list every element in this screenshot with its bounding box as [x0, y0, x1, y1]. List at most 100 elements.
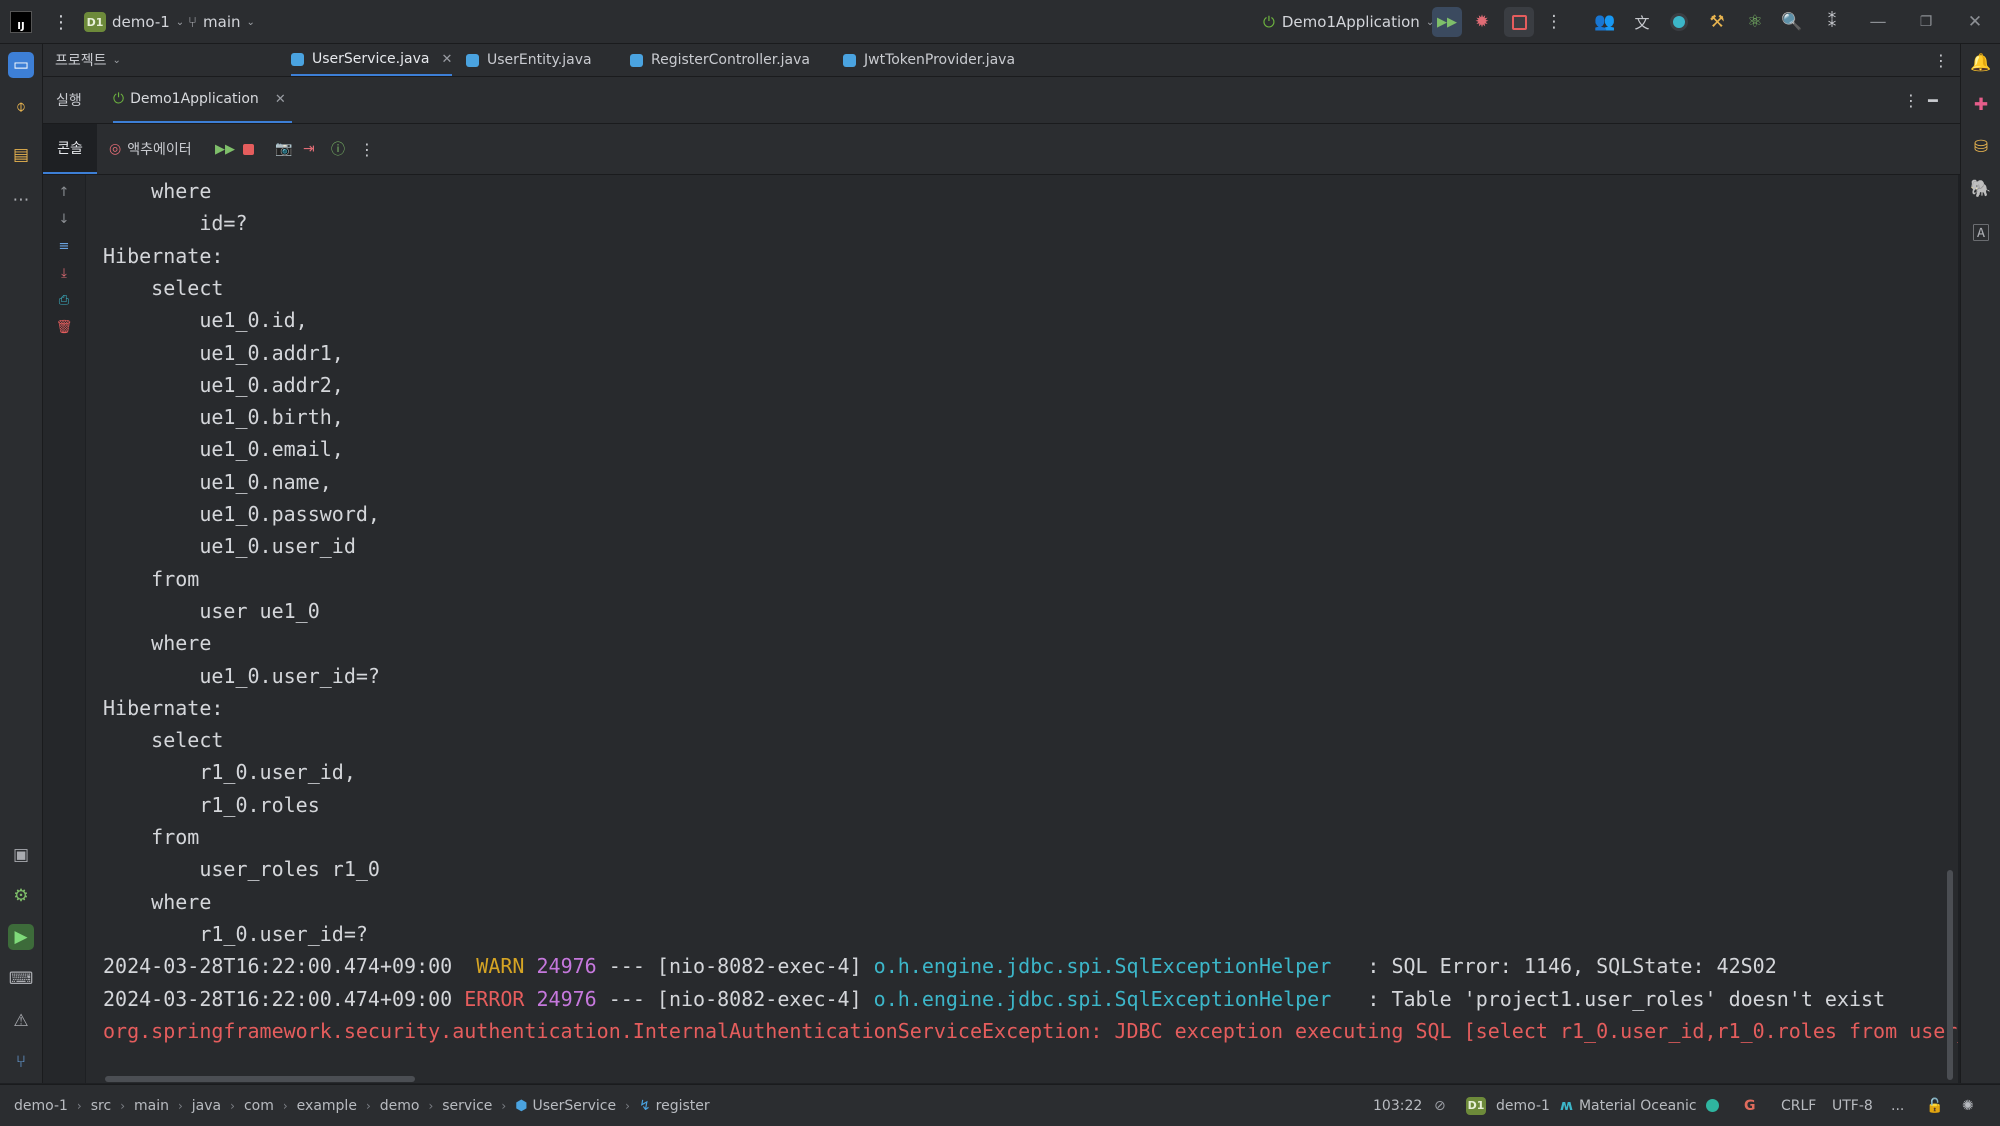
commit-icon[interactable]: ⌽ [8, 94, 34, 120]
more-actions-icon[interactable]: ⋮ [1542, 10, 1566, 34]
print-icon[interactable]: ⎙ [55, 291, 73, 309]
console-text: ue1_0.addr2, [103, 372, 344, 397]
app-logo[interactable]: IJ [10, 0, 32, 44]
close-tab-icon[interactable]: ✕ [441, 52, 452, 67]
tab-demo1application[interactable]: ⏻ Demo1Application ✕ [113, 77, 292, 123]
tab-actuator[interactable]: ◎ 액추에이터 [109, 124, 192, 174]
lock-icon[interactable]: 🔓 [1926, 1085, 1943, 1126]
breadcrumb-item[interactable]: src [91, 1098, 111, 1114]
console-text: Hibernate: [103, 243, 236, 268]
tab-registercontroller[interactable]: RegisterController.java [630, 44, 810, 76]
scroll-down-icon[interactable]: ↓ [55, 210, 73, 228]
run-tool-icon[interactable]: ▶ [8, 924, 34, 950]
database-icon[interactable]: ▣ [8, 842, 34, 868]
run-config-selector[interactable]: ⏻ Demo1Application ⌄ [1263, 0, 1434, 44]
soft-wrap-icon[interactable]: ≡ [55, 237, 73, 255]
console-line: ue1_0.email, [103, 433, 344, 465]
horizontal-scrollbar[interactable] [105, 1076, 415, 1082]
code-with-me-icon[interactable]: 👥 [1593, 10, 1617, 34]
cursor-position[interactable]: 103:22 [1373, 1085, 1422, 1126]
more-tools-icon[interactable]: ⋯ [8, 187, 34, 213]
breadcrumb-item[interactable]: UserService [532, 1098, 616, 1114]
close-icon[interactable]: ✕ [1963, 10, 1987, 34]
status-dot-icon[interactable] [1706, 1085, 1719, 1126]
more-status[interactable]: ... [1891, 1085, 1904, 1126]
rerun-icon[interactable]: ▶▶ [215, 124, 235, 174]
clear-console-icon[interactable]: 🗑 [55, 318, 73, 336]
console-output[interactable]: where id=? Hibernate: select ue1_0.id, ue… [86, 175, 1958, 1083]
minimize-icon[interactable]: — [1866, 10, 1890, 34]
log-pid: 24976 [536, 986, 597, 1011]
log-logger-link[interactable]: o.h.engine.jdbc.spi.SqlExceptionHelper [874, 987, 1332, 1011]
java-class-icon [630, 53, 643, 67]
main-menu-icon[interactable]: ⋮ [52, 0, 70, 44]
git-icon[interactable]: ⑂ [8, 1049, 34, 1075]
screenshot-icon[interactable]: 📷 [275, 124, 292, 174]
debug-icon[interactable]: ✹ [1470, 10, 1494, 34]
branch-selector[interactable]: ⑂ main ⌄ [188, 0, 255, 44]
project-tool-icon[interactable]: ▭ [8, 52, 34, 78]
breadcrumb-item[interactable]: demo-1 [14, 1098, 68, 1114]
tab-console[interactable]: 콘솔 [43, 124, 97, 174]
tab-jwttokenprovider[interactable]: JwtTokenProvider.java [843, 44, 1015, 76]
scroll-to-end-icon[interactable]: ⤓ [55, 264, 73, 282]
breadcrumb-item[interactable]: demo [380, 1098, 420, 1114]
problems-icon[interactable]: ⚠ [8, 1008, 34, 1034]
log-logger-link[interactable]: o.h.engine.jdbc.spi.SqlExceptionHelper [874, 954, 1332, 978]
console-line: ue1_0.addr1, [103, 337, 344, 369]
log-timestamp: 2024-03-28T16:22:00.474+09:00 [103, 986, 465, 1011]
breadcrumb-item[interactable]: java [192, 1098, 221, 1114]
stop-button[interactable] [243, 124, 254, 174]
breadcrumb-item[interactable]: register [656, 1098, 710, 1114]
close-tab-icon[interactable]: ✕ [275, 92, 286, 107]
module-indicator[interactable]: D1 demo-1 [1466, 1085, 1550, 1126]
breadcrumb-item[interactable]: service [442, 1098, 492, 1114]
build-tools-icon[interactable]: ⚒ [1705, 10, 1729, 34]
info-icon[interactable]: ⓘ [331, 124, 345, 174]
terminal-icon[interactable]: ⌨ [8, 966, 34, 992]
project-dropdown[interactable]: 프로젝트 ⌄ [55, 44, 121, 76]
run-tab-label: Demo1Application [130, 91, 259, 107]
breadcrumb-item[interactable]: example [297, 1098, 357, 1114]
file-encoding[interactable]: UTF-8 [1832, 1085, 1873, 1126]
record-icon[interactable] [1667, 10, 1691, 34]
project-selector[interactable]: D1 demo-1 ⌄ [84, 0, 184, 44]
gradle-icon[interactable]: 🐘 [1968, 176, 1994, 202]
database-tool-icon[interactable]: ⛁ [1968, 134, 1994, 160]
hide-panel-icon[interactable]: ━ [1928, 77, 1938, 123]
plugin-icon[interactable]: ⚛ [1743, 10, 1767, 34]
vertical-scrollbar[interactable] [1947, 870, 1953, 1080]
theme-icon: ʍ [1560, 1097, 1573, 1114]
ai-assistant-icon[interactable]: ✚ [1968, 92, 1994, 118]
structure-icon[interactable]: ▤ [8, 142, 34, 168]
line-separator[interactable]: CRLF [1781, 1085, 1816, 1126]
tabs-more-icon[interactable]: ⋮ [1933, 44, 1949, 76]
settings-updates-icon[interactable]: ⁑ [1820, 10, 1844, 34]
font-tool-icon[interactable]: 🄰 [1968, 218, 1994, 244]
scroll-up-icon[interactable]: ↑ [55, 183, 73, 201]
breadcrumb-item[interactable]: com [244, 1098, 274, 1114]
tab-label: UserEntity.java [487, 52, 592, 68]
stop-button[interactable] [1504, 7, 1534, 37]
translate-icon[interactable]: 文 [1630, 10, 1654, 34]
services-icon[interactable]: ⚙ [8, 883, 34, 909]
run-panel-options-icon[interactable]: ⋮ [1903, 77, 1919, 123]
tab-userentity[interactable]: UserEntity.java [466, 44, 592, 76]
read-only-icon[interactable]: ⊘ [1434, 1085, 1446, 1126]
tab-userservice[interactable]: UserService.java ✕ [291, 44, 453, 76]
memory-indicator-icon[interactable]: ✺ [1962, 1085, 1974, 1126]
google-icon[interactable]: G [1744, 1085, 1756, 1126]
exit-icon[interactable]: ⇥ [303, 124, 315, 174]
restore-icon[interactable]: ❐ [1914, 10, 1938, 34]
notifications-icon[interactable]: 🔔 [1968, 50, 1994, 76]
git-branch-icon: ⑂ [188, 13, 198, 31]
breadcrumb-item[interactable]: main [134, 1098, 169, 1114]
status-dot [1706, 1099, 1719, 1112]
more-options-icon[interactable]: ⋮ [359, 124, 375, 174]
console-gutter: ↑ ↓ ≡ ⤓ ⎙ 🗑 [43, 175, 85, 1083]
rerun-icon[interactable]: ▶▶ [1432, 7, 1462, 37]
breadcrumb-separator-icon: › [282, 1098, 288, 1113]
theme-indicator[interactable]: ʍ Material Oceanic [1560, 1085, 1697, 1126]
search-icon[interactable]: 🔍 [1780, 10, 1804, 34]
editor-tabs-bar: 프로젝트 ⌄ UserService.java ✕ UserEntity.jav… [43, 44, 1960, 77]
